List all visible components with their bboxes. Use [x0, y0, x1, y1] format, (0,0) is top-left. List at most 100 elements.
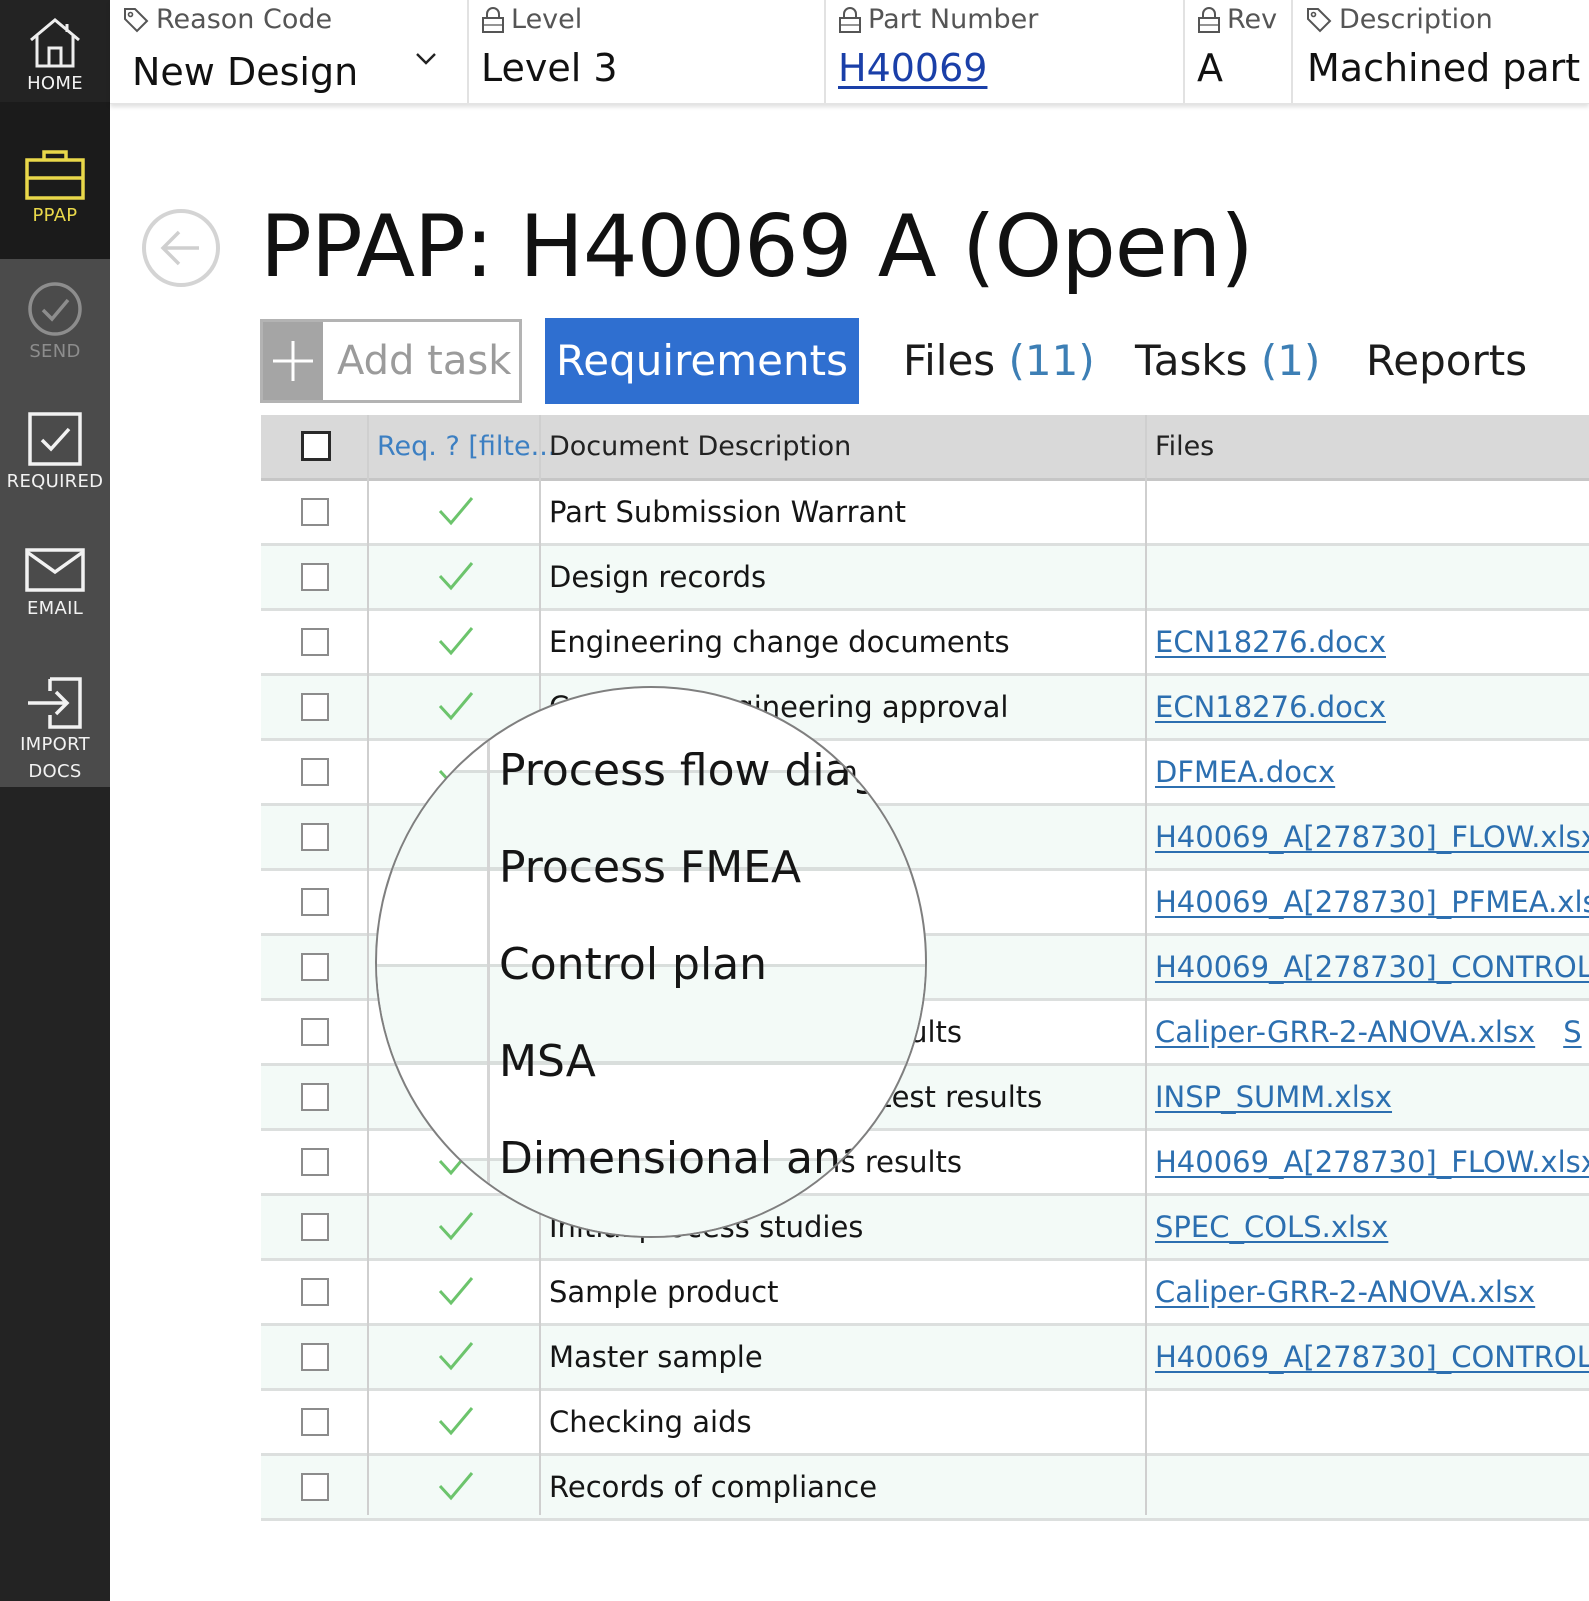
magnifier-overlay: Process flow diag Process FMEA Control pla…: [375, 686, 927, 1238]
column-header-description[interactable]: Document Description: [549, 415, 851, 478]
files-cell: ECN18276.docx: [1155, 676, 1589, 738]
field-label-text: Reason Code: [156, 4, 333, 35]
file-link[interactable]: Caliper-GRR-2-ANOVA.xlsx: [1155, 1275, 1535, 1309]
row-checkbox[interactable]: [301, 1343, 329, 1371]
sidebar-item-label: REQUIRED: [6, 471, 104, 492]
required-check-icon: [438, 1472, 474, 1501]
reason-code-select[interactable]: New Design: [132, 50, 358, 94]
reason-code-field[interactable]: Reason Code New Design: [110, 0, 469, 103]
sidebar-item-label: HOME: [27, 73, 83, 94]
file-link[interactable]: SPEC_COLS.xlsx: [1155, 1210, 1388, 1244]
tag-icon: [124, 7, 149, 32]
row-checkbox[interactable]: [301, 1213, 329, 1241]
envelope-icon: [25, 548, 85, 592]
sidebar-item-import-docs[interactable]: IMPORT DOCS: [0, 675, 110, 785]
tag-icon: [1307, 7, 1332, 32]
sidebar-item-send[interactable]: SEND: [0, 280, 110, 365]
row-checkbox[interactable]: [301, 1148, 329, 1176]
file-link[interactable]: H40069_A[278730]_PFMEA.xlsx: [1155, 885, 1589, 919]
row-checkbox[interactable]: [301, 1408, 329, 1436]
file-link[interactable]: H40069_A[278730]_CONTROL.xlsx: [1155, 1340, 1589, 1374]
table-row[interactable]: Part Submission Warrant: [261, 481, 1589, 546]
briefcase-icon: [25, 150, 85, 200]
table-header: Req. ? [filte... Document Description Fi…: [261, 415, 1589, 481]
description-field[interactable]: Description Machined part: [1293, 0, 1589, 103]
tab-requirements[interactable]: Requirements: [545, 318, 859, 404]
tab-label: Files: [903, 336, 996, 385]
add-task-button[interactable]: [263, 322, 323, 400]
tab-tasks[interactable]: Tasks (1): [1135, 318, 1320, 404]
part-number-link[interactable]: H40069: [838, 46, 987, 90]
row-checkbox[interactable]: [301, 953, 329, 981]
chevron-down-icon[interactable]: [415, 52, 437, 66]
row-checkbox[interactable]: [301, 628, 329, 656]
select-all-checkbox[interactable]: [301, 431, 331, 461]
reason-code-label: Reason Code: [122, 4, 332, 35]
import-icon: [28, 677, 82, 729]
check-circle-icon: [28, 282, 82, 336]
row-checkbox[interactable]: [301, 758, 329, 786]
file-link[interactable]: H40069_A[278730]_FLOW.xlsx: [1155, 1145, 1589, 1179]
column-divider: [1145, 415, 1147, 1515]
table-row[interactable]: Records of compliance: [261, 1456, 1589, 1521]
magnified-description: Process FMEA: [499, 842, 802, 893]
files-cell: H40069_A[278730]_FLOW.xlsx: [1155, 806, 1589, 868]
magnified-description: Control plan: [499, 939, 768, 990]
tab-reports[interactable]: Reports: [1366, 318, 1527, 404]
field-label-text: Part Number: [868, 4, 1039, 35]
document-description: Part Submission Warrant: [549, 495, 907, 529]
file-link[interactable]: ECN18276.docx: [1155, 625, 1386, 659]
rev-label: Rev: [1197, 4, 1277, 35]
file-link[interactable]: INSP_SUMM.xlsx: [1155, 1080, 1392, 1114]
rev-value: A: [1197, 46, 1223, 90]
row-checkbox[interactable]: [301, 563, 329, 591]
document-description: Design records: [549, 560, 767, 594]
files-cell: [1155, 546, 1589, 608]
magnified-content: Process flow diag Process FMEA Control pla…: [377, 688, 925, 1236]
files-cell: Caliper-GRR-2-ANOVA.xlsx: [1155, 1261, 1589, 1323]
magnified-column-divider: [487, 702, 490, 1236]
add-task-input[interactable]: [323, 322, 519, 400]
file-link[interactable]: H40069_A[278730]_FLOW.xlsx: [1155, 820, 1589, 854]
document-description: Engineering change documents: [549, 625, 1010, 659]
back-button[interactable]: [142, 209, 220, 287]
file-link[interactable]: Caliper-GRR-2-ANOVA.xlsx: [1155, 1015, 1535, 1049]
magnified-description: Process flow diag: [499, 745, 880, 796]
column-divider: [367, 415, 369, 1515]
file-link[interactable]: S: [1563, 1015, 1581, 1049]
file-link[interactable]: DFMEA.docx: [1155, 755, 1335, 789]
column-header-required-filter[interactable]: Req. ? [filte...: [377, 415, 556, 478]
file-link[interactable]: ECN18276.docx: [1155, 690, 1386, 724]
sidebar-item-email[interactable]: EMAIL: [0, 545, 110, 622]
file-link[interactable]: H40069_A[278730]_CONTROL.xlsx: [1155, 950, 1589, 984]
table-row[interactable]: Master sample H40069_A[278730]_CONTROL.xl…: [261, 1326, 1589, 1391]
row-checkbox[interactable]: [301, 1473, 329, 1501]
document-description: Master sample: [549, 1340, 763, 1374]
row-checkbox[interactable]: [301, 1083, 329, 1111]
files-cell: DFMEA.docx: [1155, 741, 1589, 803]
table-row[interactable]: Sample product Caliper-GRR-2-ANOVA.xlsx: [261, 1261, 1589, 1326]
tab-files[interactable]: Files (11): [903, 318, 1095, 404]
field-label-text: Level: [511, 4, 583, 35]
row-checkbox[interactable]: [301, 498, 329, 526]
table-row[interactable]: Engineering change documents ECN18276.doc…: [261, 611, 1589, 676]
table-row[interactable]: Design records: [261, 546, 1589, 611]
sidebar-item-required[interactable]: REQUIRED: [0, 410, 110, 495]
row-checkbox[interactable]: [301, 888, 329, 916]
row-checkbox[interactable]: [301, 1018, 329, 1046]
sidebar-item-ppap[interactable]: PPAP: [0, 102, 110, 259]
row-checkbox[interactable]: [301, 1278, 329, 1306]
row-checkbox[interactable]: [301, 823, 329, 851]
files-cell: H40069_A[278730]_PFMEA.xlsx: [1155, 871, 1589, 933]
level-label: Level: [481, 4, 582, 35]
sidebar-item-home[interactable]: HOME: [0, 14, 110, 102]
row-checkbox[interactable]: [301, 693, 329, 721]
arrow-left-icon: [160, 230, 199, 266]
column-header-files[interactable]: Files: [1155, 415, 1214, 478]
page-title: PPAP: H40069 A (Open): [260, 197, 1254, 297]
description-value[interactable]: Machined part: [1307, 46, 1580, 90]
field-label-text: Rev: [1227, 4, 1278, 35]
sidebar-item-label: EMAIL: [26, 598, 84, 619]
home-icon: [30, 18, 80, 68]
table-row[interactable]: Checking aids: [261, 1391, 1589, 1456]
